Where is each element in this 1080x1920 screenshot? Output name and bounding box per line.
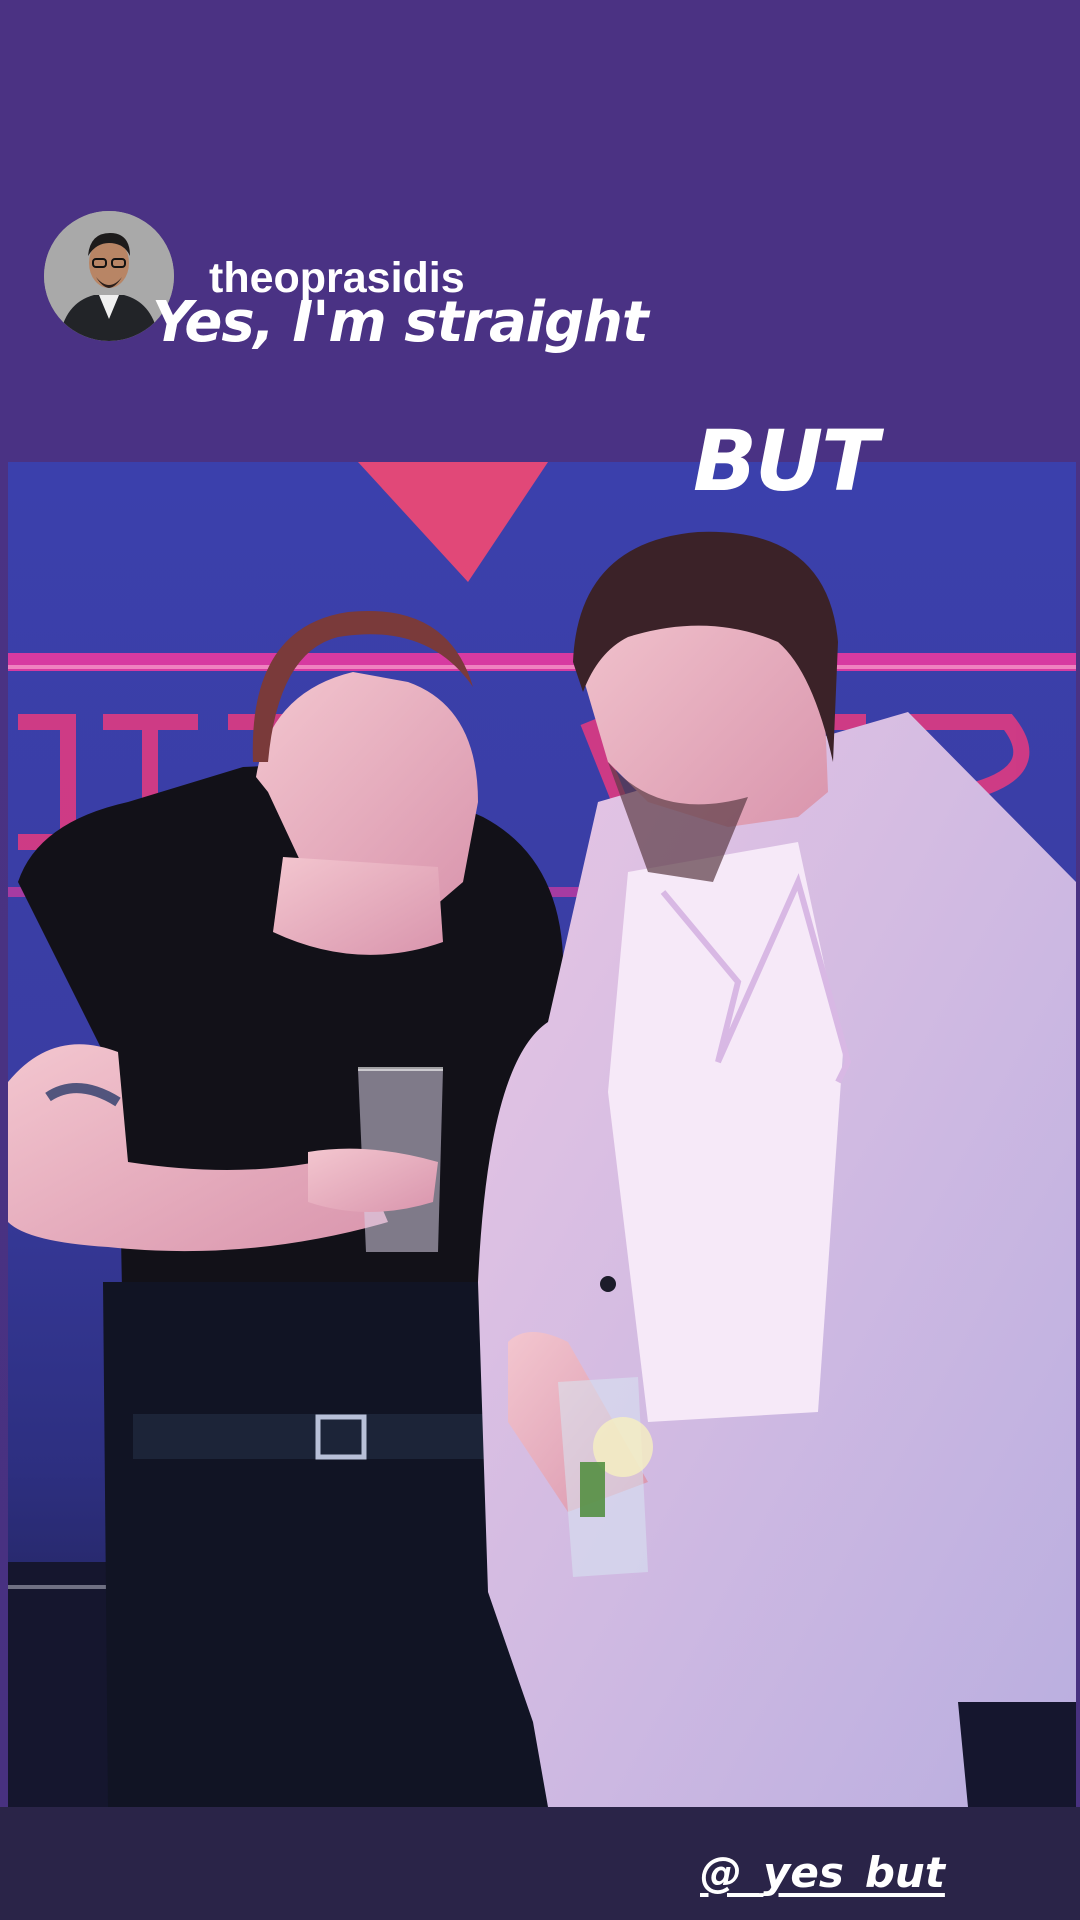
story-canvas: theoprasidis Yes, I'm straight BUT @_yes…	[0, 0, 1080, 1920]
caption-yes-im-straight: Yes, I'm straight	[152, 290, 649, 355]
mention-sticker[interactable]: @_yes_but	[700, 1848, 945, 1897]
caption-but: BUT	[693, 412, 879, 510]
story-photo	[8, 462, 1076, 1807]
top-band	[0, 0, 1080, 180]
